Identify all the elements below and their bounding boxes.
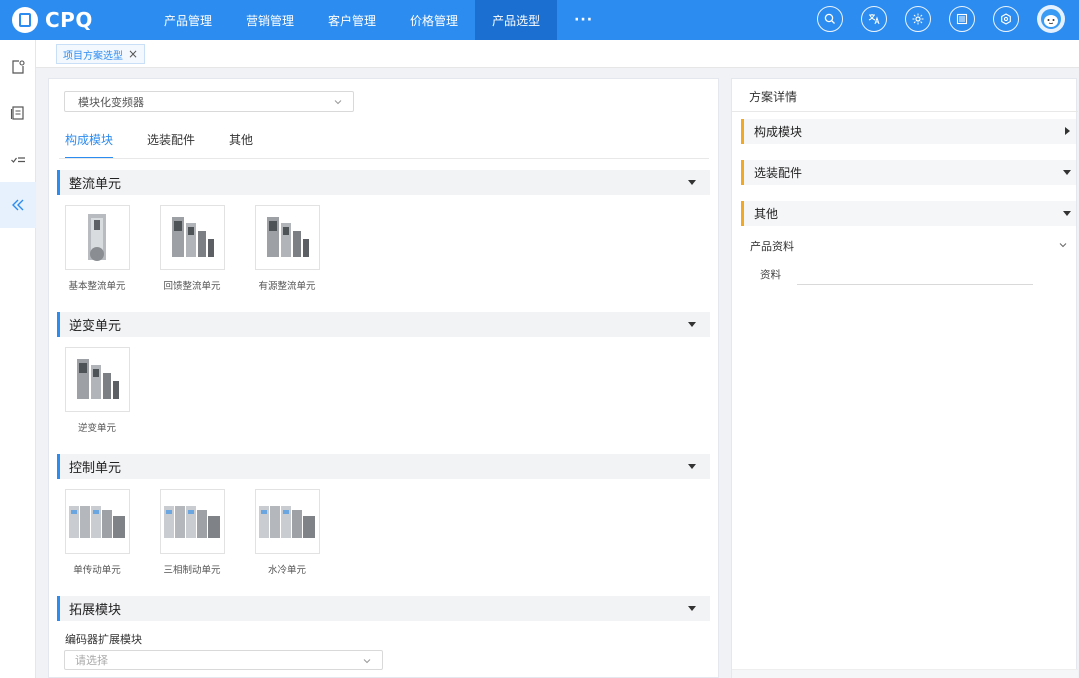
- logo-icon: [12, 7, 38, 33]
- section-control-unit[interactable]: 控制单元: [57, 454, 710, 479]
- detail-section-other[interactable]: 其他: [741, 201, 1076, 226]
- caret-right-icon: [1065, 127, 1070, 135]
- nav-item-customer-management[interactable]: 客户管理: [311, 0, 393, 40]
- section-title: 拓展模块: [69, 603, 122, 618]
- module-card-label: 三相制动单元: [163, 565, 221, 576]
- tabs-divider: [59, 158, 709, 159]
- sidebar-item-collapse[interactable]: [0, 182, 36, 228]
- search-icon[interactable]: [817, 6, 843, 32]
- tab-label: 项目方案选型: [63, 50, 123, 62]
- product-image: [254, 205, 320, 270]
- detail-section-components[interactable]: 构成模块: [741, 119, 1076, 144]
- module-card-water-cooling[interactable]: 水冷单元: [239, 489, 335, 576]
- module-card-label: 回馈整流单元: [163, 281, 221, 292]
- chevron-down-icon: [363, 659, 371, 664]
- section-title: 逆变单元: [69, 319, 122, 334]
- section-title: 整流单元: [69, 177, 122, 192]
- title-divider: [732, 111, 1078, 112]
- caret-down-icon: [688, 464, 696, 469]
- caret-down-icon: [688, 180, 696, 185]
- chevron-down-icon: [334, 100, 342, 105]
- nav-item-marketing-management[interactable]: 营销管理: [229, 0, 311, 40]
- sidebar-item-list[interactable]: [0, 90, 36, 136]
- close-icon[interactable]: ×: [128, 48, 138, 60]
- main-nav: 产品管理 营销管理 客户管理 价格管理 产品选型 ···: [147, 0, 610, 40]
- caret-down-icon: [1063, 211, 1071, 216]
- tab-components[interactable]: 构成模块: [65, 131, 114, 159]
- app-title: CPQ: [45, 8, 93, 32]
- caret-down-icon: [688, 322, 696, 327]
- solution-details-panel: 方案详情 构成模块 选装配件 其他 产品资料 资料: [731, 78, 1078, 678]
- material-field-input[interactable]: [797, 284, 1033, 285]
- select-placeholder: 请选择: [75, 654, 108, 667]
- section-title: 控制单元: [69, 461, 122, 476]
- section-title: 其他: [754, 207, 779, 221]
- module-card-active-rectifier[interactable]: 有源整流单元: [239, 205, 335, 292]
- section-rectifier-unit[interactable]: 整流单元: [57, 170, 710, 195]
- top-navigation-bar: CPQ 产品管理 营销管理 客户管理 价格管理 产品选型 ···: [0, 0, 1079, 40]
- module-card-single-drive[interactable]: 单传动单元: [49, 489, 145, 576]
- chevron-down-icon[interactable]: [1058, 241, 1068, 249]
- caret-down-icon: [1063, 170, 1071, 175]
- encoder-extension-label: 编码器扩展模块: [65, 633, 142, 646]
- nav-item-product-selection[interactable]: 产品选型: [475, 0, 558, 40]
- new-document-icon: [12, 60, 25, 74]
- panel-footer: [732, 669, 1078, 678]
- module-tabs: 构成模块 选装配件 其他: [65, 131, 287, 159]
- module-card-inverter[interactable]: 逆变单元: [49, 347, 145, 434]
- left-sidebar: [0, 40, 36, 678]
- checklist-icon: [11, 157, 25, 163]
- theme-icon[interactable]: [905, 6, 931, 32]
- section-title: 构成模块: [754, 125, 803, 139]
- header-toolbar: [799, 5, 1065, 33]
- module-card-label: 逆变单元: [77, 423, 116, 434]
- list-icon: [10, 106, 24, 120]
- module-card-label: 单传动单元: [73, 565, 121, 576]
- product-select[interactable]: 模块化变频器: [64, 91, 354, 112]
- section-extension-module[interactable]: 拓展模块: [57, 596, 710, 621]
- product-image: [159, 489, 225, 554]
- encoder-extension-select[interactable]: 请选择: [64, 650, 383, 670]
- panel-title: 方案详情: [749, 90, 798, 104]
- product-image: [64, 347, 130, 412]
- module-card-label: 有源整流单元: [258, 281, 316, 292]
- page-tab-strip: 项目方案选型 ×: [36, 40, 1079, 68]
- settings-icon[interactable]: [993, 6, 1019, 32]
- product-material-label[interactable]: 产品资料: [750, 238, 794, 254]
- app-logo[interactable]: CPQ: [0, 0, 147, 40]
- product-image: [254, 489, 320, 554]
- collapse-icon: [12, 199, 24, 211]
- tab-optional-accessories[interactable]: 选装配件: [147, 131, 195, 159]
- module-card-label: 基本整流单元: [68, 281, 126, 292]
- module-card-regenerative-rectifier[interactable]: 回馈整流单元: [144, 205, 240, 292]
- tab-project-selection[interactable]: 项目方案选型 ×: [56, 44, 146, 64]
- avatar[interactable]: [1037, 5, 1065, 33]
- nav-item-product-management[interactable]: 产品管理: [147, 0, 229, 40]
- module-card-basic-rectifier[interactable]: 基本整流单元: [49, 205, 145, 292]
- product-image: [159, 205, 225, 270]
- barcode-icon[interactable]: [949, 6, 975, 32]
- product-image: [64, 489, 130, 554]
- nav-item-price-management[interactable]: 价格管理: [393, 0, 475, 40]
- caret-down-icon: [688, 606, 696, 611]
- sidebar-item-new[interactable]: [0, 44, 36, 90]
- more-menu-button[interactable]: ···: [557, 0, 610, 40]
- configuration-panel: 模块化变频器 构成模块 选装配件 其他 整流单元 基本整流单元 回馈整流单元 有…: [48, 78, 719, 678]
- module-card-three-phase-brake[interactable]: 三相制动单元: [144, 489, 240, 576]
- material-field-label: 资料: [760, 269, 781, 281]
- section-title: 选装配件: [754, 166, 803, 180]
- tab-other[interactable]: 其他: [229, 131, 253, 159]
- section-inverter-unit[interactable]: 逆变单元: [57, 312, 710, 337]
- product-image: [64, 205, 130, 270]
- module-card-label: 水冷单元: [267, 565, 306, 576]
- product-select-value: 模块化变频器: [78, 95, 144, 109]
- sidebar-item-checklist[interactable]: [0, 136, 36, 182]
- detail-section-accessories[interactable]: 选装配件: [741, 160, 1076, 185]
- translate-icon[interactable]: [861, 6, 887, 32]
